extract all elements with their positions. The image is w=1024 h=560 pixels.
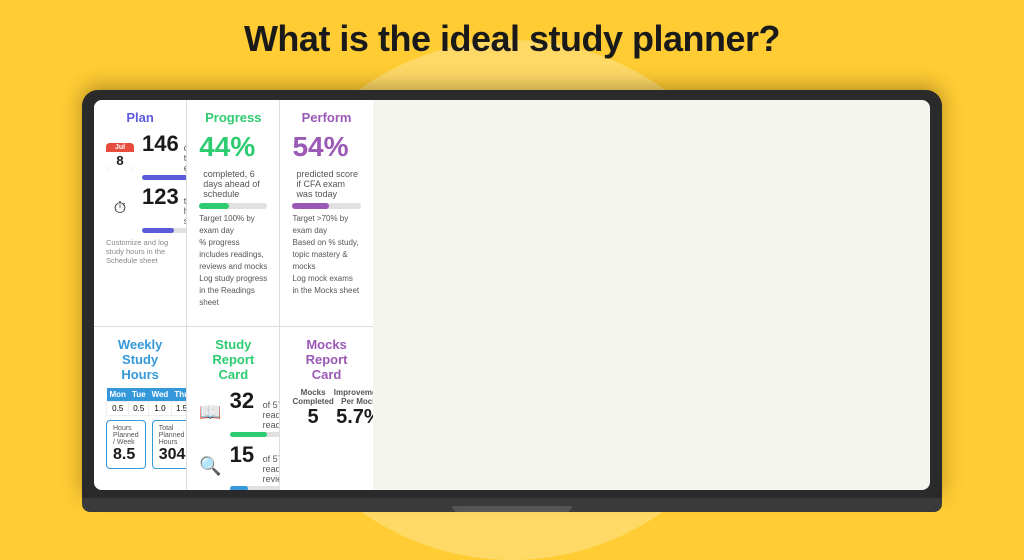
book-icon: 📖 xyxy=(199,402,221,423)
weekly-title: Weekly Study Hours xyxy=(106,337,174,382)
perform-subtitle: predicted score if CFA exam was today xyxy=(296,169,360,199)
laptop-mockup: Plan Jul 8 146 days left to CFA exam xyxy=(82,90,942,512)
perform-header-row: 54% predicted score if CFA exam was toda… xyxy=(292,131,360,199)
readings-read-detail: 32 of 57 readings read xyxy=(230,388,280,437)
hours-studied-value: 123 xyxy=(142,184,179,210)
progress-header-row: 44% completed, 6 days ahead of schedule xyxy=(199,131,267,199)
hours-wed: 1.0 xyxy=(149,402,172,416)
perform-note2: Based on % study, topic mastery & mocks xyxy=(292,237,360,273)
hours-thu: 1.5 xyxy=(171,402,186,416)
readings-read-row: 📖 32 of 57 readings read xyxy=(199,388,267,437)
day-mon: Mon xyxy=(107,388,129,402)
progress-card: Progress 44% completed, 6 days ahead of … xyxy=(187,100,279,326)
total-planned-box: Total Planned Hours 304 xyxy=(152,420,187,469)
cal-day: 8 xyxy=(106,152,134,169)
hours-planned-label: Hours Planned / Week xyxy=(113,425,139,446)
perform-title: Perform xyxy=(292,110,360,125)
progress-note1: Target 100% by exam day xyxy=(199,213,267,237)
progress-full-bar xyxy=(199,203,267,209)
day-wed: Wed xyxy=(149,388,172,402)
hours-progress-bar xyxy=(142,228,186,233)
days-left-label: days left to CFA exam xyxy=(184,143,187,173)
hours-planned-box: Hours Planned / Week 8.5 xyxy=(106,420,146,469)
perform-card: Perform 54% predicted score if CFA exam … xyxy=(280,100,372,326)
days-left-block: 146 days left to CFA exam xyxy=(142,131,186,180)
mocks-report-card: Mocks Report Card Mocks Completed 5 Impr… xyxy=(280,327,372,490)
mocks-report-title: Mocks Report Card xyxy=(292,337,360,382)
total-planned-label: Total Planned Hours xyxy=(159,425,186,446)
readings-read-fill xyxy=(230,432,268,437)
readings-reviewed-fill xyxy=(230,486,248,490)
improvement-value: 5.7% xyxy=(334,406,373,429)
readings-read-num: 32 xyxy=(230,388,258,414)
page-title: What is the ideal study planner? xyxy=(0,18,1024,60)
hours-studied-label: total hours studied xyxy=(184,196,187,226)
search-icon: 🔍 xyxy=(199,456,221,477)
progress-notes: Target 100% by exam day % progress inclu… xyxy=(199,213,267,309)
calendar-icon: Jul 8 xyxy=(106,143,134,169)
progress-title: Progress xyxy=(199,110,267,125)
progress-note3: Log study progress in the Readings sheet xyxy=(199,273,267,309)
dashboard-grid: Plan Jul 8 146 days left to CFA exam xyxy=(94,100,373,490)
perform-note3: Log mock exams in the Mocks sheet xyxy=(292,273,360,297)
hours-tue: 0.5 xyxy=(129,402,149,416)
hours-progress-fill xyxy=(142,228,174,233)
progress-subtitle: completed, 6 days ahead of schedule xyxy=(203,169,267,199)
hours-mon: 0.5 xyxy=(107,402,129,416)
laptop-base xyxy=(82,498,942,512)
study-report-title: Study Report Card xyxy=(199,337,267,382)
readings-reviewed-detail: 15 of 57 readings reviewed xyxy=(230,442,280,490)
progress-note2: % progress includes readings, reviews an… xyxy=(199,237,267,273)
progress-percent: 44% xyxy=(199,131,255,163)
mocks-completed-label: Mocks Completed xyxy=(292,388,333,406)
mocks-completed-value: 5 xyxy=(292,406,333,429)
laptop-screen-outer: Plan Jul 8 146 days left to CFA exam xyxy=(82,90,942,498)
weekly-table: Mon Tue Wed Thu Fri Sat Sun 0.5 xyxy=(106,388,186,416)
dashboard-screen: Plan Jul 8 146 days left to CFA exam xyxy=(94,100,930,490)
study-report-card: Study Report Card 📖 32 of 57 readings re… xyxy=(187,327,279,490)
day-tue: Tue xyxy=(129,388,149,402)
day-thu: Thu xyxy=(171,388,186,402)
readings-reviewed-row: 🔍 15 of 57 readings reviewed xyxy=(199,442,267,490)
hours-studied-detail: 123 total hours studied xyxy=(142,184,186,233)
readings-reviewed-label: of 57 readings reviewed xyxy=(263,454,280,484)
plan-title: Plan xyxy=(106,110,174,125)
improvement-label: Improvement Per Mock xyxy=(334,388,373,406)
weekly-card: Weekly Study Hours Mon Tue Wed Thu Fri S… xyxy=(94,327,186,490)
progress-fill xyxy=(199,203,229,209)
perform-notes: Target >70% by exam day Based on % study… xyxy=(292,213,360,297)
clock-icon: ⏱ xyxy=(106,200,134,218)
hours-studied-block: ⏱ 123 total hours studied xyxy=(106,184,174,233)
plan-card: Plan Jul 8 146 days left to CFA exam xyxy=(94,100,186,326)
improvement-stat: Improvement Per Mock 5.7% xyxy=(334,388,373,455)
plan-note: Customize and log study hours in the Sch… xyxy=(106,238,174,265)
readings-read-bar xyxy=(230,432,280,437)
readings-reviewed-bar xyxy=(230,486,280,490)
plan-header: Jul 8 146 days left to CFA exam xyxy=(106,131,174,180)
perform-fill xyxy=(292,203,329,209)
weekly-bottom: Hours Planned / Week 8.5 Total Planned H… xyxy=(106,420,174,469)
mocks-stats: Mocks Completed 5 Improvement Per Mock 5… xyxy=(292,388,360,455)
hours-planned-value: 8.5 xyxy=(113,446,139,464)
perform-note1: Target >70% by exam day xyxy=(292,213,360,237)
readings-reviewed-num: 15 xyxy=(230,442,258,468)
days-progress-bar xyxy=(142,175,186,180)
days-left-value: 146 xyxy=(142,131,179,157)
perform-percent: 54% xyxy=(292,131,348,163)
cal-month: Jul xyxy=(106,143,134,152)
mocks-completed-stat: Mocks Completed 5 xyxy=(292,388,333,455)
days-progress-fill xyxy=(142,175,186,180)
total-planned-value: 304 xyxy=(159,446,186,464)
readings-read-label: of 57 readings read xyxy=(263,400,280,430)
perform-bar xyxy=(292,203,360,209)
